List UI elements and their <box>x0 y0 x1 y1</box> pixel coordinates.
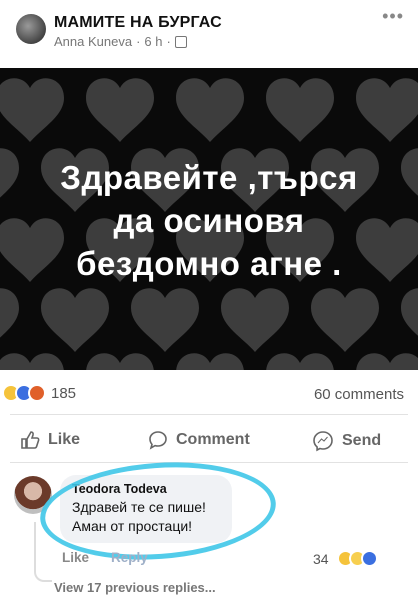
reaction-count: 185 <box>51 384 77 402</box>
globe-icon <box>174 35 187 48</box>
heart-row-1 <box>0 78 418 142</box>
like-button[interactable]: Like <box>20 430 80 450</box>
reactions-summary[interactable]: 185 <box>2 384 76 402</box>
group-name[interactable]: МАМИТЕ НА БУРГАС <box>54 14 222 32</box>
separator: · <box>166 34 171 49</box>
comment-reaction-count: 34 <box>313 550 329 567</box>
like-thumb-icon <box>21 431 40 449</box>
comment-reactions[interactable]: 34 <box>313 550 378 567</box>
post-image[interactable]: Здравейте ,търся да осиновя бездомно агн… <box>0 68 418 370</box>
like-label: Like <box>48 431 81 448</box>
comment-like-button[interactable]: Like <box>62 550 89 565</box>
group-avatar[interactable] <box>16 14 46 44</box>
post-image-text: Здравейте ,търся да осиновя бездомно агн… <box>0 156 418 285</box>
image-text-line: Здравейте ,търся <box>60 159 358 196</box>
comment-reply-button[interactable]: Reply <box>111 550 148 565</box>
send-label: Send <box>342 432 382 449</box>
like-reaction-icon <box>360 550 378 567</box>
separator: · <box>136 34 141 49</box>
divider <box>10 462 408 463</box>
image-text-line: да осиновя <box>113 202 305 239</box>
comments-count[interactable]: 60 comments <box>314 386 404 403</box>
post-meta: Anna Kuneva · 6 h · <box>54 34 187 49</box>
view-previous-replies[interactable]: View 17 previous replies... <box>54 580 216 595</box>
post-time[interactable]: 6 h <box>144 34 162 49</box>
author-name[interactable]: Anna Kuneva <box>54 34 132 49</box>
comment-label: Comment <box>176 431 250 448</box>
comment-button[interactable]: Comment <box>148 430 250 450</box>
send-button[interactable]: Send <box>312 430 381 452</box>
divider <box>10 414 408 415</box>
image-text-line: бездомно агне . <box>76 245 342 282</box>
messenger-icon <box>313 431 333 452</box>
more-icon[interactable]: ••• <box>382 6 404 27</box>
comment-bubble-icon <box>149 431 167 450</box>
angry-reaction-icon <box>28 384 46 402</box>
